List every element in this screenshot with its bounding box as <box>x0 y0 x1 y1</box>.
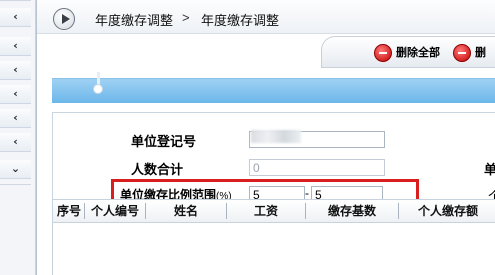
column-header[interactable]: 个人编号 <box>86 200 144 222</box>
breadcrumb-item: 年度缴存调整 <box>201 13 280 28</box>
chevron-left-icon[interactable]: ‹ <box>0 61 31 80</box>
nav-divider <box>0 184 31 185</box>
left-nav-strip: ‹ ‹ ‹ ‹ ‹ ‹ ⌄ <box>0 0 36 275</box>
column-header[interactable]: 序号 <box>55 200 83 222</box>
column-header[interactable]: 工资 <box>228 200 304 222</box>
column-header[interactable]: 缴存基数 <box>307 200 397 222</box>
delete-button[interactable]: 删 <box>453 42 486 64</box>
column-header[interactable]: 姓名 <box>147 200 225 222</box>
chevron-left-icon[interactable]: ‹ <box>0 85 31 104</box>
chevron-down-icon[interactable]: ⌄ <box>0 160 31 179</box>
column-divider[interactable] <box>305 203 306 219</box>
delete-all-button[interactable]: 删除全部 <box>374 42 440 64</box>
column-header[interactable]: 个人缴存额 <box>400 200 495 222</box>
headcount-field[interactable] <box>249 159 385 176</box>
toolbar: 删除全部 删 <box>321 36 495 68</box>
right-field-label: 单 <box>484 162 495 177</box>
breadcrumb-separator: > <box>182 10 190 25</box>
splitter-knob-icon[interactable] <box>93 84 103 94</box>
chevron-left-icon[interactable]: ‹ <box>0 8 31 27</box>
delete-label: 删 <box>475 47 486 59</box>
play-icon[interactable] <box>53 8 75 30</box>
breadcrumb-item[interactable]: 年度缴存调整 <box>95 10 173 29</box>
table-body <box>52 223 495 275</box>
column-divider[interactable] <box>84 203 85 219</box>
column-divider[interactable] <box>398 203 399 219</box>
section-header-bar <box>52 78 495 103</box>
delete-icon <box>453 44 471 63</box>
nav-divider <box>0 0 31 1</box>
chevron-left-icon[interactable]: ‹ <box>0 133 31 152</box>
main-content: 年度缴存调整 > 年度缴存调整 删除全部 删 单位登记号 人数合计 单位缴存比例… <box>36 0 495 275</box>
column-divider[interactable] <box>226 203 227 219</box>
column-divider[interactable] <box>145 203 146 219</box>
chevron-left-icon[interactable]: ‹ <box>0 37 31 56</box>
redacted-value <box>251 130 301 143</box>
delete-all-label: 删除全部 <box>396 47 440 59</box>
breadcrumb: 年度缴存调整 > 年度缴存调整 <box>37 0 495 34</box>
unit-reg-no-label: 单位登记号 <box>131 134 197 149</box>
delete-icon <box>374 44 392 63</box>
chevron-left-icon[interactable]: ‹ <box>0 109 31 128</box>
table-header: 序号 个人编号 姓名 工资 缴存基数 个人缴存额 <box>52 199 495 223</box>
headcount-label: 人数合计 <box>131 162 184 177</box>
